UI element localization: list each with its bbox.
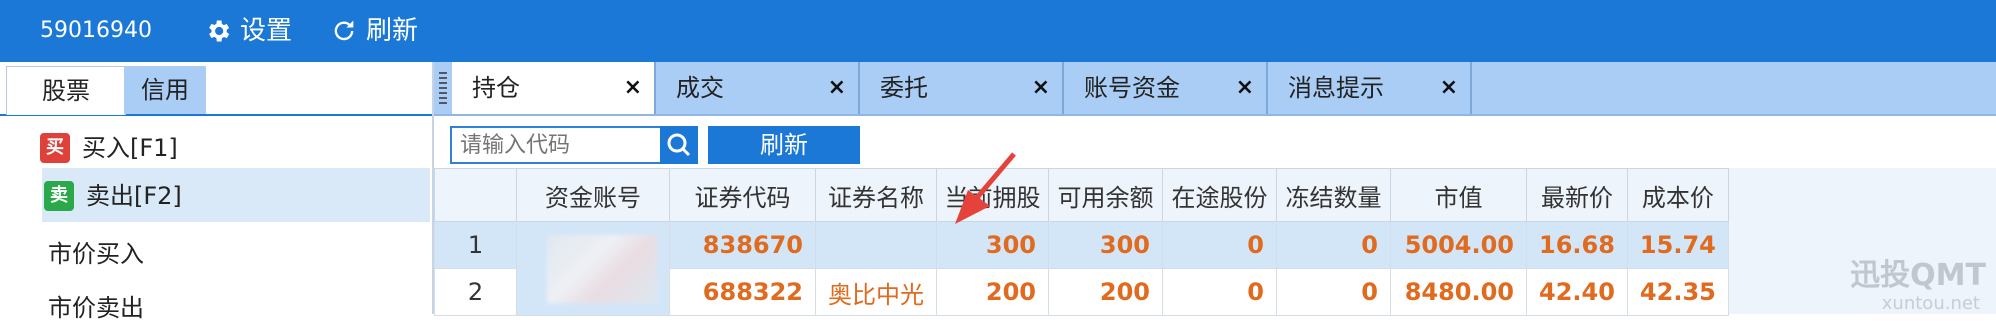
redacted-account — [547, 234, 657, 303]
refresh-icon — [334, 20, 354, 41]
column-header[interactable]: 成本价 — [1626, 168, 1729, 222]
security-name: 奥比中光 — [815, 268, 937, 316]
tab-strip: 持仓 × 成交 × 委托 × 账号资金 × 消息提示 × — [434, 62, 1996, 116]
watermark-logo: 迅投QMT — [1850, 258, 1986, 293]
menu-buy[interactable]: 买 买入[F1] — [40, 122, 178, 174]
search-button[interactable] — [660, 126, 698, 164]
tab-messages-label: 消息提示 — [1288, 74, 1384, 102]
menu-sell-label: 卖出[F2] — [86, 182, 182, 210]
search-input[interactable] — [450, 126, 670, 164]
in-transit-shares: 0 — [1162, 268, 1277, 316]
tab-stock[interactable]: 股票 — [6, 66, 126, 115]
available-balance: 200 — [1048, 268, 1163, 316]
column-header[interactable]: 证券代码 — [669, 168, 816, 222]
security-code: 688322 — [669, 268, 816, 316]
tab-positions[interactable]: 持仓 × — [452, 62, 656, 114]
table-row[interactable]: 1 838670 300 300 0 0 5004.00 16.68 15.74 — [434, 221, 1729, 316]
security-code: 838670 — [669, 221, 816, 269]
in-transit-shares: 0 — [1162, 221, 1277, 269]
right-panel: 持仓 × 成交 × 委托 × 账号资金 × 消息提示 × 刷新 — [434, 62, 1996, 316]
column-header[interactable]: 证券名称 — [815, 168, 937, 222]
column-header[interactable]: 冻结数量 — [1276, 168, 1391, 222]
top-refresh-label: 刷新 — [366, 16, 419, 46]
row-index: 2 — [434, 268, 517, 316]
drag-grip-icon[interactable] — [438, 70, 448, 106]
tab-credit[interactable]: 信用 — [124, 66, 206, 114]
column-header[interactable]: 资金账号 — [516, 168, 670, 222]
table-header-row: 资金账号 证券代码 证券名称 当前拥股 可用余额 在途股份 冻结数量 市值 最新… — [434, 168, 1729, 222]
tab-orders[interactable]: 委托 × — [860, 62, 1064, 114]
menu-market-buy-label: 市价买入 — [48, 240, 144, 268]
last-price: 42.40 — [1526, 268, 1628, 316]
security-name — [815, 221, 937, 269]
column-header[interactable]: 市值 — [1390, 168, 1527, 222]
menu-market-sell[interactable]: 市价卖出 — [48, 282, 144, 334]
frozen-quantity: 0 — [1276, 268, 1391, 316]
close-icon[interactable]: × — [1440, 62, 1458, 114]
menu-market-buy[interactable]: 市价买入 — [48, 228, 144, 280]
column-header[interactable]: 可用余额 — [1048, 168, 1163, 222]
row-index: 1 — [434, 221, 517, 269]
market-value: 5004.00 — [1390, 221, 1527, 269]
close-icon[interactable]: × — [624, 62, 642, 114]
column-header[interactable]: 最新价 — [1526, 168, 1628, 222]
settings-label: 设置 — [240, 16, 293, 46]
left-tab-strip: 股票 信用 — [0, 62, 432, 116]
cost-price: 42.35 — [1626, 268, 1729, 316]
current-holding: 200 — [936, 268, 1049, 316]
available-balance: 300 — [1048, 221, 1163, 269]
menu-market-sell-label: 市价卖出 — [48, 294, 144, 322]
menu-sell[interactable]: 卖 卖出[F2] — [44, 170, 182, 222]
last-price: 16.68 — [1526, 221, 1628, 269]
buy-icon: 买 — [40, 133, 70, 163]
refresh-button[interactable]: 刷新 — [708, 126, 860, 164]
menu-buy-label: 买入[F1] — [82, 134, 178, 162]
account-cell-redacted — [516, 221, 670, 316]
positions-table: 资金账号 证券代码 证券名称 当前拥股 可用余额 在途股份 冻结数量 市值 最新… — [434, 168, 1729, 316]
account-number: 59016940 — [40, 18, 152, 43]
close-icon[interactable]: × — [828, 62, 846, 114]
tab-positions-label: 持仓 — [472, 74, 520, 102]
tab-trades-label: 成交 — [676, 74, 724, 102]
market-value: 8480.00 — [1390, 268, 1527, 316]
top-refresh-button[interactable]: 刷新 — [330, 0, 418, 62]
top-bar: 59016940 设置 刷新 — [0, 0, 1996, 62]
tab-trades[interactable]: 成交 × — [656, 62, 860, 114]
close-icon[interactable]: × — [1032, 62, 1050, 114]
gear-icon — [209, 20, 230, 42]
settings-button[interactable]: 设置 — [204, 0, 292, 62]
search-icon — [667, 133, 691, 157]
column-header-index — [434, 168, 517, 222]
cost-price: 15.74 — [1626, 221, 1729, 269]
tab-messages[interactable]: 消息提示 × — [1268, 62, 1472, 114]
watermark-url: xuntou.net — [1881, 293, 1980, 314]
tab-orders-label: 委托 — [880, 74, 928, 102]
tab-account-funds-label: 账号资金 — [1084, 74, 1180, 102]
close-icon[interactable]: × — [1236, 62, 1254, 114]
tab-account-funds[interactable]: 账号资金 × — [1064, 62, 1268, 114]
frozen-quantity: 0 — [1276, 221, 1391, 269]
column-header[interactable]: 在途股份 — [1162, 168, 1277, 222]
sell-icon: 卖 — [44, 181, 74, 211]
column-header[interactable]: 当前拥股 — [936, 168, 1049, 222]
current-holding: 300 — [936, 221, 1049, 269]
